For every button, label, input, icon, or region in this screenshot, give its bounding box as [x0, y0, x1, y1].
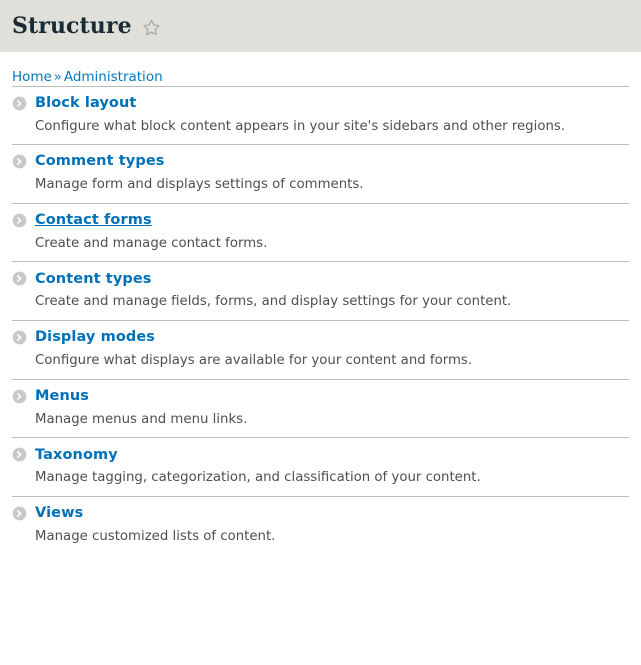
list-item-header: Comment types [12, 154, 629, 169]
breadcrumb: Home» Administration [12, 69, 629, 86]
breadcrumb-wrapper: Home» Administration [0, 52, 641, 86]
list-item: Comment types Manage form and displays se… [12, 144, 629, 203]
admin-link-description: Configure what block content appears in … [35, 118, 566, 134]
chevron-right-circle-icon [12, 447, 27, 462]
chevron-right-circle-icon [12, 154, 27, 169]
admin-link[interactable]: Menus [35, 389, 89, 404]
list-item-header: Menus [12, 389, 629, 404]
admin-link-description: Manage form and displays settings of com… [35, 177, 364, 193]
chevron-right-circle-icon [12, 389, 27, 404]
admin-link[interactable]: Taxonomy [35, 447, 118, 463]
chevron-right-circle-icon [12, 271, 27, 286]
admin-link[interactable]: Display modes [35, 330, 155, 345]
chevron-right-circle-icon [12, 506, 27, 521]
admin-link[interactable]: Block layout [35, 96, 136, 111]
list-item: Display modes Configure what displays are… [12, 320, 629, 379]
list-item: Contact forms Create and manage contact f… [12, 202, 629, 262]
list-item-header: Taxonomy [12, 447, 629, 462]
page-header: Structure [0, 0, 641, 52]
star-outline-icon[interactable] [142, 18, 161, 37]
admin-link[interactable]: Views [35, 506, 83, 521]
admin-link-description: Manage menus and menu links. [35, 411, 248, 427]
chevron-right-circle-icon [12, 213, 27, 228]
admin-link-description: Manage customized lists of content. [35, 528, 276, 544]
breadcrumb-item-home[interactable]: Home [12, 69, 52, 85]
page-title: Structure [12, 13, 132, 39]
list-item-header: Block layout [12, 96, 629, 111]
admin-link[interactable]: Comment types [35, 154, 165, 169]
admin-link-description: Manage tagging, categorization, and clas… [35, 470, 481, 486]
list-item: Menus Manage menus and menu links. [12, 378, 629, 438]
list-item: Taxonomy Manage tagging, categorization, … [12, 437, 629, 496]
admin-link-description: Create and manage fields, forms, and dis… [35, 294, 512, 310]
admin-link[interactable]: Contact forms [35, 213, 152, 228]
list-item-header: Content types [12, 271, 629, 286]
list-item: Views Manage customized lists of content. [12, 495, 629, 555]
admin-block-list: Block layout Configure what block content… [0, 85, 641, 555]
list-item-header: Contact forms [12, 213, 629, 228]
list-item-header: Display modes [12, 330, 629, 345]
breadcrumb-separator: » [53, 70, 62, 85]
admin-link-description: Create and manage contact forms. [35, 235, 268, 251]
admin-link[interactable]: Content types [35, 272, 152, 287]
breadcrumb-item-administration[interactable]: Administration [64, 69, 163, 85]
chevron-right-circle-icon [12, 96, 27, 111]
admin-link-description: Configure what displays are available fo… [35, 353, 473, 369]
list-item-header: Views [12, 506, 629, 521]
chevron-right-circle-icon [12, 330, 27, 345]
list-item: Content types Create and manage fields, f… [12, 261, 629, 320]
list-item: Block layout Configure what block content… [12, 85, 629, 145]
